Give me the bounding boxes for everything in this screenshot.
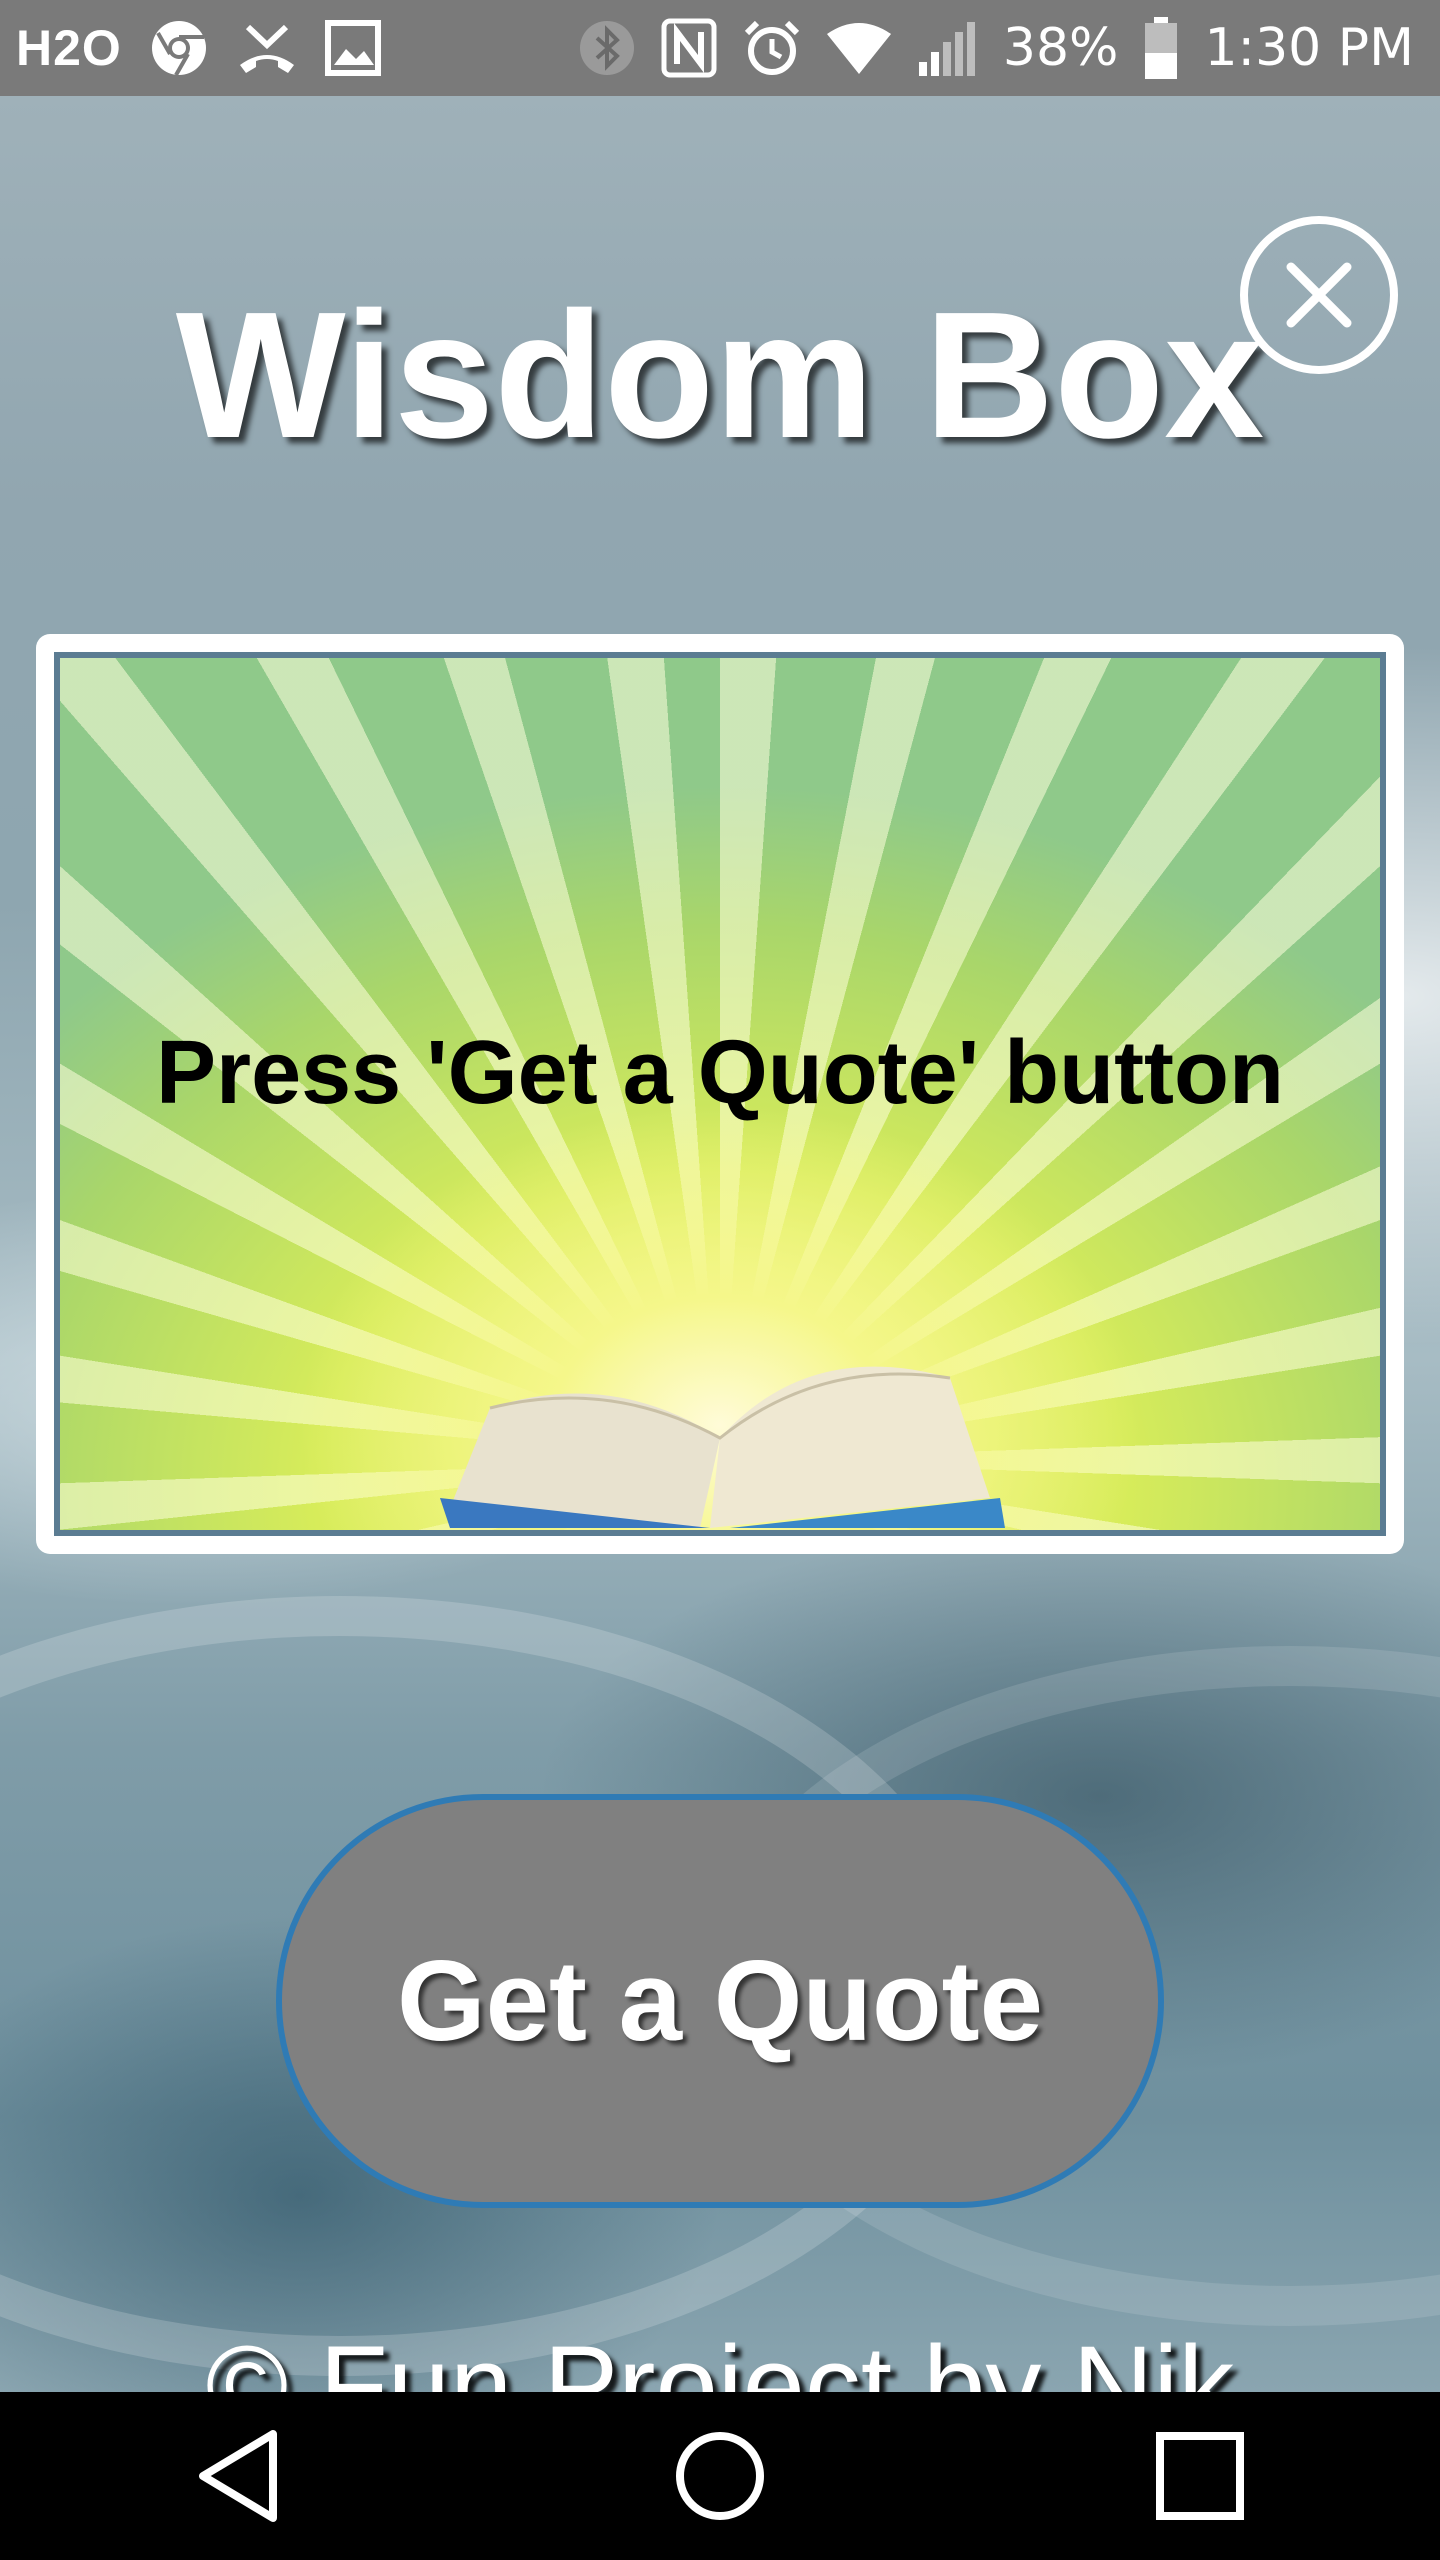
open-book-icon: [440, 1366, 1005, 1528]
missed-call-icon: [236, 17, 298, 79]
footer-credit: © Fun Project by Nik: [205, 2323, 1235, 2393]
close-button[interactable]: [1240, 216, 1398, 374]
chrome-icon: [148, 17, 210, 79]
quote-frame: Press 'Get a Quote' button: [36, 634, 1404, 1554]
back-icon: [199, 2430, 277, 2522]
recents-icon: [1156, 2432, 1244, 2520]
status-bar-right: 38% 1:30 PM: [579, 17, 1414, 79]
navigation-bar: [0, 2392, 1440, 2560]
alarm-icon: [743, 19, 801, 77]
status-bar: H2O 38% 1:30 PM: [0, 0, 1440, 96]
get-quote-button[interactable]: Get a Quote: [276, 1794, 1164, 2208]
quote-text: Press 'Get a Quote' button: [156, 1023, 1284, 1123]
battery-percent: 38%: [1002, 18, 1119, 78]
battery-icon: [1144, 17, 1178, 79]
bluetooth-icon: [579, 20, 635, 76]
back-button[interactable]: [140, 2392, 340, 2560]
clock: 1:30 PM: [1204, 18, 1414, 78]
nfc-icon: [661, 18, 717, 78]
status-bar-left: H2O: [16, 17, 382, 79]
recents-button[interactable]: [1100, 2392, 1300, 2560]
get-quote-button-label: Get a Quote: [396, 1937, 1044, 2065]
carrier-name: H2O: [16, 20, 122, 76]
home-icon: [676, 2432, 764, 2520]
wifi-icon: [826, 22, 891, 74]
app-title: Wisdom Box: [175, 275, 1265, 476]
quote-image: Press 'Get a Quote' button: [54, 652, 1386, 1536]
app-content: Wisdom Box Press 'Get a Quote' button Ge…: [0, 96, 1440, 2392]
close-icon: [1286, 262, 1352, 328]
screen: H2O 38% 1:30 PM Wisdom Box Press 'Get a …: [0, 0, 1440, 2560]
image-icon: [324, 19, 382, 77]
signal-icon: [917, 20, 977, 76]
home-button[interactable]: [620, 2392, 820, 2560]
